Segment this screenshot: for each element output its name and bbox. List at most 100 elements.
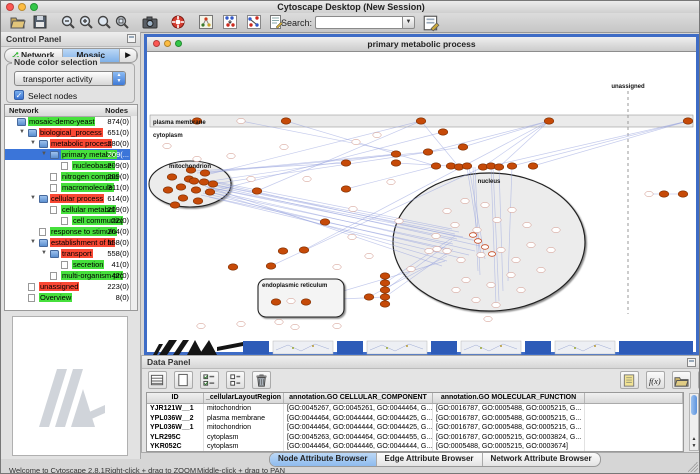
function-builder-icon[interactable]: f(x) xyxy=(646,371,665,389)
layout-b-icon[interactable] xyxy=(245,14,263,30)
network-node[interactable] xyxy=(469,233,476,238)
network-node[interactable] xyxy=(493,217,501,222)
network-node[interactable] xyxy=(291,324,299,329)
expand-arrow-icon[interactable]: ▼ xyxy=(19,129,25,135)
network-node[interactable] xyxy=(645,191,653,196)
network-node[interactable] xyxy=(473,227,481,232)
new-attribute-icon[interactable] xyxy=(174,371,193,389)
tree-row[interactable]: mosaic-demo-yeast874(0) xyxy=(5,116,131,127)
network-node[interactable] xyxy=(380,280,390,286)
network-node[interactable] xyxy=(391,151,401,157)
search-dropdown-button[interactable]: ▼ xyxy=(402,16,415,29)
network-node[interactable] xyxy=(349,206,357,211)
network-node[interactable] xyxy=(199,179,209,185)
network-node[interactable] xyxy=(407,266,415,271)
network-node[interactable] xyxy=(237,118,245,123)
tree-row[interactable]: secretion41(0) xyxy=(5,259,131,270)
network-node[interactable] xyxy=(659,191,669,197)
network-node[interactable] xyxy=(167,174,177,180)
network-node[interactable] xyxy=(163,143,171,148)
tree-row[interactable]: ▼establishment of lo558(0) xyxy=(5,237,131,248)
table-column-header[interactable]: annotation.GO CELLULAR_COMPONENT xyxy=(284,393,433,403)
network-node[interactable] xyxy=(507,163,517,169)
table-scrollbar[interactable]: ▲ ▼ xyxy=(689,393,699,451)
network-node[interactable] xyxy=(527,242,535,247)
network-node[interactable] xyxy=(278,248,288,254)
help-icon[interactable] xyxy=(169,14,187,30)
unselect-attributes-icon[interactable] xyxy=(226,371,245,389)
float-panel-icon[interactable] xyxy=(687,358,696,367)
tree-row[interactable]: cell communicat22(0) xyxy=(5,215,131,226)
tab-node-attribute-browser[interactable]: Node Attribute Browser xyxy=(270,453,377,466)
network-node[interactable] xyxy=(301,299,311,305)
tree-row[interactable]: nucleobase-209(0) xyxy=(5,160,131,171)
network-node[interactable] xyxy=(517,287,525,292)
table-row[interactable]: YPL036W__1mitochondrion[GO:0044464, GO:0… xyxy=(147,423,683,433)
tree-row[interactable]: cellular metabol209(0) xyxy=(5,204,131,215)
network-node[interactable] xyxy=(380,287,390,293)
open-session-icon[interactable] xyxy=(9,14,27,30)
save-session-icon[interactable] xyxy=(31,14,49,30)
notepad-icon[interactable] xyxy=(620,371,639,389)
network-window-titlebar[interactable]: primary metabolic process xyxy=(147,37,696,52)
search-config-icon[interactable] xyxy=(422,14,440,30)
network-node[interactable] xyxy=(391,160,401,166)
network-node[interactable] xyxy=(191,187,201,193)
network-node[interactable] xyxy=(193,198,203,204)
network-node[interactable] xyxy=(252,188,262,194)
network-node[interactable] xyxy=(380,301,390,307)
network-node[interactable] xyxy=(275,319,283,324)
import-attributes-icon[interactable] xyxy=(672,371,691,389)
network-node[interactable] xyxy=(508,207,516,212)
tree-scrollbar[interactable] xyxy=(130,116,137,311)
tree-row[interactable]: nitrogen compou209(0) xyxy=(5,171,131,182)
network-node[interactable] xyxy=(462,163,472,169)
network-node[interactable] xyxy=(365,253,373,258)
network-node[interactable] xyxy=(472,297,480,302)
network-node[interactable] xyxy=(678,191,688,197)
network-node[interactable] xyxy=(547,247,555,252)
zoom-fit-icon[interactable] xyxy=(113,14,131,30)
network-node[interactable] xyxy=(299,247,309,253)
network-node[interactable] xyxy=(373,132,381,137)
network-node[interactable] xyxy=(452,287,460,292)
network-node[interactable] xyxy=(528,163,538,169)
layout-a-icon[interactable] xyxy=(221,14,239,30)
network-node[interactable] xyxy=(348,234,356,239)
tree-row[interactable]: ▼cellular process614(0) xyxy=(5,193,131,204)
network-node[interactable] xyxy=(481,245,488,250)
network-node[interactable] xyxy=(438,129,448,135)
table-column-header[interactable] xyxy=(585,393,683,403)
network-node[interactable] xyxy=(237,321,245,326)
network-node[interactable] xyxy=(552,227,560,232)
network-node[interactable] xyxy=(492,302,500,307)
tree-row[interactable]: response to stimulu264(0) xyxy=(5,226,131,237)
network-node[interactable] xyxy=(488,252,495,257)
network-node[interactable] xyxy=(431,163,441,169)
tree-row[interactable]: multi-organism pro42(0) xyxy=(5,270,131,281)
tab-edge-attribute-browser[interactable]: Edge Attribute Browser xyxy=(377,453,483,466)
network-node[interactable] xyxy=(484,316,492,321)
search-input[interactable] xyxy=(315,16,403,29)
network-node[interactable] xyxy=(320,219,330,225)
network-node[interactable] xyxy=(228,264,238,270)
table-row[interactable]: YKR052Ccytoplasm[GO:0044464, GO:0044446,… xyxy=(147,442,683,452)
network-node[interactable] xyxy=(281,118,291,124)
table-column-header[interactable]: ID xyxy=(147,393,204,403)
network-node[interactable] xyxy=(287,298,295,303)
network-node[interactable] xyxy=(481,202,489,207)
expand-arrow-icon[interactable]: ▼ xyxy=(30,195,36,201)
table-row[interactable]: YJR121W__1mitochondrion[GO:0045267, GO:0… xyxy=(147,404,683,414)
zoom-out-icon[interactable] xyxy=(59,14,77,30)
network-node[interactable] xyxy=(380,273,390,279)
network-node[interactable] xyxy=(474,239,481,244)
table-row[interactable]: YLR295Ccytoplasm[GO:0045263, GO:0044464,… xyxy=(147,433,683,443)
snapshot-icon[interactable] xyxy=(141,14,159,30)
network-node[interactable] xyxy=(380,294,390,300)
network-node[interactable] xyxy=(200,170,210,176)
network-node[interactable] xyxy=(544,118,554,124)
network-node[interactable] xyxy=(193,156,201,161)
network-node[interactable] xyxy=(163,187,173,193)
network-node[interactable] xyxy=(333,323,341,328)
network-node[interactable] xyxy=(271,299,281,305)
